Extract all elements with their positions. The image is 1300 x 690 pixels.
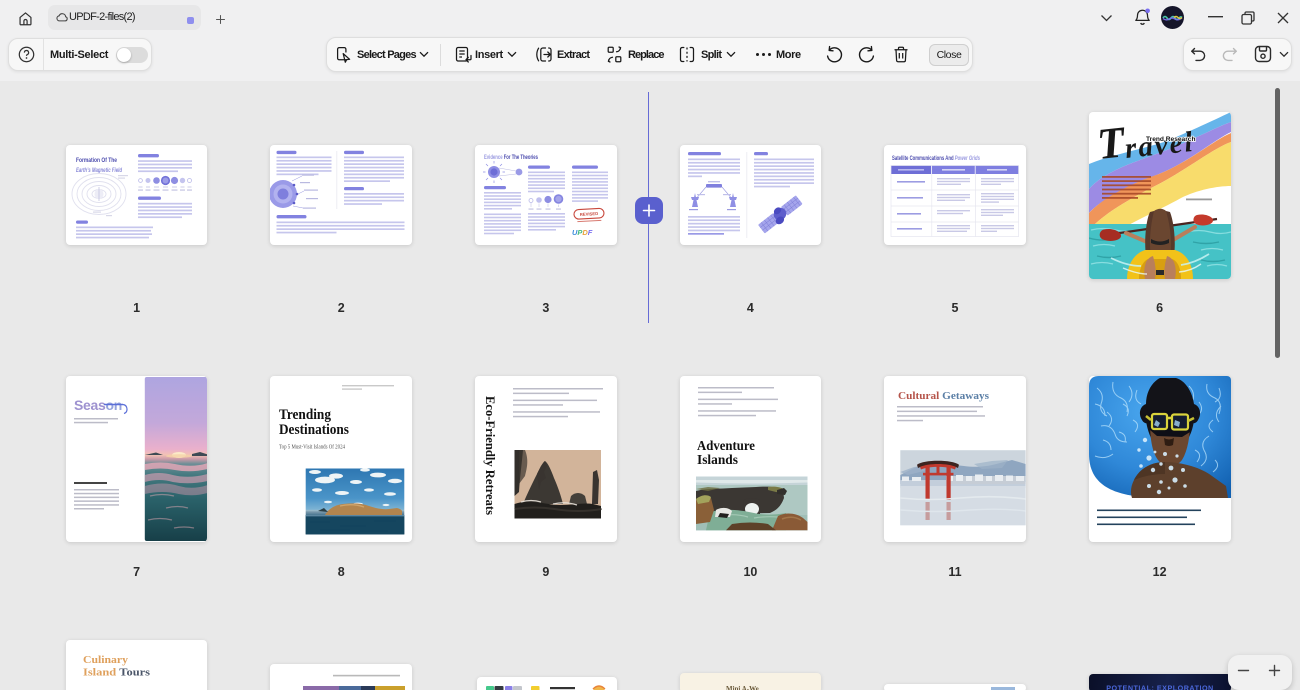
svg-text:Mini A-We: Mini A-We [726,684,759,690]
svg-text:UPDF: UPDF [572,228,593,237]
svg-text:Islands: Islands [697,451,738,466]
svg-text:Trend Research: Trend Research [1146,136,1195,143]
svg-text:Destinations: Destinations [279,422,349,438]
svg-text:Evidence For The Theories: Evidence For The Theories [484,154,538,161]
svg-text:Top 5 Must-Visit Islands Of 20: Top 5 Must-Visit Islands Of 2024 [279,443,346,450]
svg-text:POTENTIAL: EXPLORATION: POTENTIAL: EXPLORATION [1106,683,1214,690]
svg-text:Trending: Trending [279,407,332,423]
svg-text:Cultural Getaways: Cultural Getaways [898,390,989,402]
svg-text:Formation Of The: Formation Of The [76,157,117,164]
svg-text:Eco-Friendly Retreats: Eco-Friendly Retreats [483,396,497,515]
svg-text:Island Tours: Island Tours [83,666,150,678]
svg-text:Adventure: Adventure [697,438,755,453]
svg-text:Satellite Communications And P: Satellite Communications And Power Grids [892,155,980,162]
svg-text:Culinary: Culinary [83,654,129,666]
svg-text:REVISED: REVISED [580,211,599,217]
